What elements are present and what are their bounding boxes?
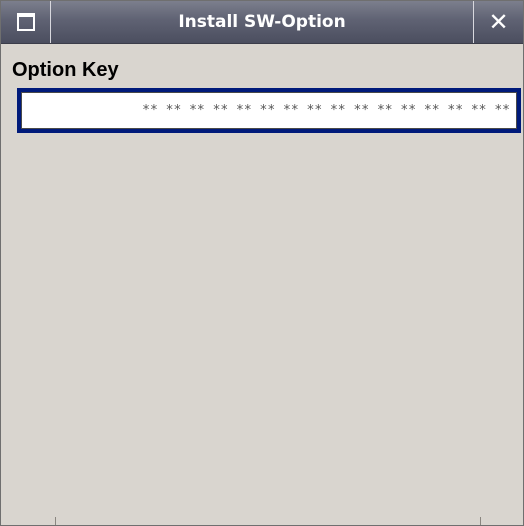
window-title: Install SW-Option bbox=[178, 12, 346, 32]
window-menu-button[interactable] bbox=[1, 1, 51, 43]
close-icon: ✕ bbox=[488, 8, 509, 36]
window-menu-icon bbox=[16, 13, 35, 31]
option-key-label: Option Key bbox=[12, 59, 119, 81]
option-key-field-focus-frame[interactable]: ** ** ** ** ** ** ** ** ** ** ** ** ** *… bbox=[17, 88, 521, 133]
close-button[interactable]: ✕ bbox=[473, 1, 523, 43]
bottom-status-strip bbox=[1, 515, 523, 525]
install-sw-option-dialog: Install SW-Option ✕ Option Key ** ** ** … bbox=[0, 0, 524, 526]
bottom-divider-right bbox=[480, 517, 481, 525]
bottom-divider-left bbox=[55, 517, 56, 525]
option-key-input[interactable]: ** ** ** ** ** ** ** ** ** ** ** ** ** *… bbox=[21, 92, 517, 129]
title-bar[interactable]: Install SW-Option ✕ bbox=[1, 1, 523, 44]
